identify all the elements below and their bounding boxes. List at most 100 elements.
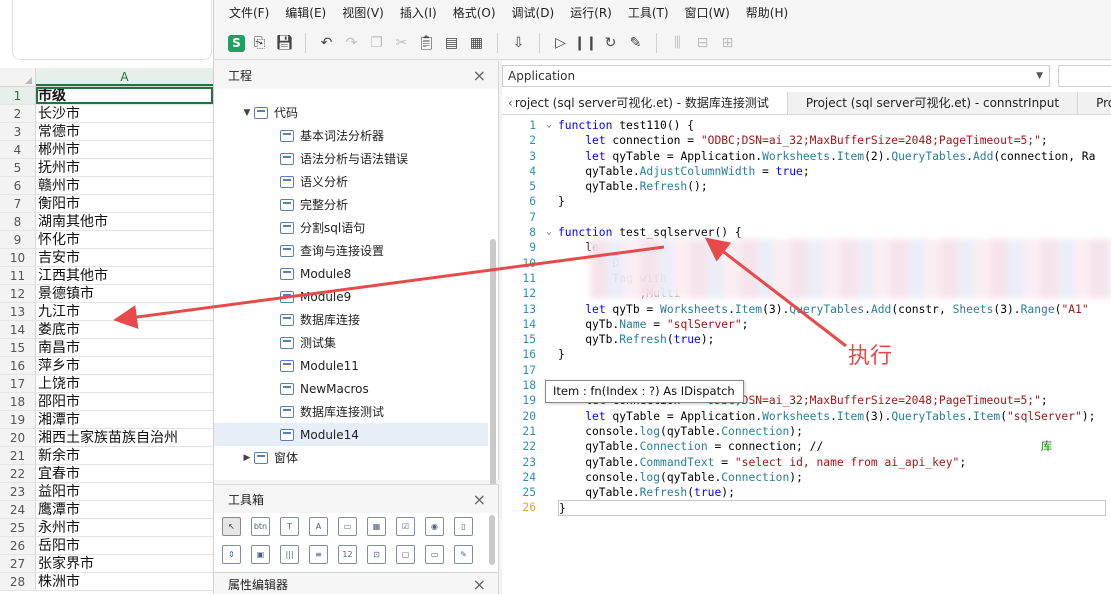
code-line[interactable]: 24 console.log(qyTable.Connection); [502, 470, 1111, 485]
row-number[interactable]: 27 [0, 555, 36, 572]
sheet-cell[interactable]: 怀化市 [36, 231, 213, 248]
cut-icon[interactable]: ✂ [391, 33, 412, 54]
sheet-cell[interactable]: 上饶市 [36, 375, 213, 392]
menu-item[interactable]: 调试(D) [504, 0, 563, 27]
sheet-cell[interactable]: 衡阳市 [36, 195, 213, 212]
code-line[interactable]: 23 qyTable.CommandText = "select id, nam… [502, 455, 1111, 470]
row-number[interactable]: 19 [0, 411, 36, 428]
row-number[interactable]: 7 [0, 195, 36, 212]
code-line[interactable]: 25 qyTable.Refresh(true); [502, 485, 1111, 500]
toolbox-pointer-icon[interactable]: ↖ [222, 517, 241, 536]
row-number[interactable]: 28 [0, 573, 36, 590]
tab-db-connection-test[interactable]: ‹ roject (sql server可视化.et) - 数据库连接测试 [502, 92, 788, 114]
row-number[interactable]: 6 [0, 177, 36, 194]
sheet-cell[interactable]: 江西其他市 [36, 267, 213, 284]
code-line[interactable]: 20 let qyTable = Application.Worksheets.… [502, 409, 1111, 424]
tree-item-module[interactable]: Module9 [214, 285, 488, 308]
tree-item-module[interactable]: 分割sql语句 [214, 216, 488, 239]
toolbox-label-icon[interactable]: ▢ [396, 545, 415, 564]
toolbox-num-icon[interactable]: 12 [338, 545, 357, 564]
insert-module-icon[interactable]: ▤ [441, 33, 462, 54]
sheet-cell[interactable]: 抚州市 [36, 159, 213, 176]
tree-item-module[interactable]: 测试集 [214, 331, 488, 354]
undo-icon[interactable]: ↶ [316, 33, 337, 54]
menu-item[interactable]: 插入(I) [392, 0, 445, 27]
row-number[interactable]: 16 [0, 357, 36, 374]
menu-item[interactable]: 运行(R) [562, 0, 620, 27]
procedure-selector[interactable] [1058, 65, 1111, 87]
app-logo-icon[interactable]: S [228, 34, 245, 52]
row-number[interactable]: 12 [0, 285, 36, 302]
row-number[interactable]: 9 [0, 231, 36, 248]
tree-item-module[interactable]: 完整分析 [214, 193, 488, 216]
tab-connstr-input[interactable]: Project (sql server可视化.et) - connstrInpu… [788, 92, 1079, 114]
row-number[interactable]: 18 [0, 393, 36, 410]
sheet-cell[interactable]: 湖南其他市 [36, 213, 213, 230]
close-icon[interactable]: × [473, 66, 486, 85]
code-line[interactable]: 21 console.log(qyTable.Connection); [502, 424, 1111, 439]
sheet-cell[interactable]: 常德市 [36, 123, 213, 140]
code-line[interactable]: 4 qyTable.AdjustColumnWidth = true; [502, 164, 1111, 179]
code-line[interactable]: 5 qyTable.Refresh(); [502, 179, 1111, 194]
chevron-down-icon[interactable]: ▼ [240, 108, 254, 118]
menu-item[interactable]: 工具(T) [620, 0, 677, 27]
toolbox-radio-icon[interactable]: ◉ [425, 517, 444, 536]
distribute-icon[interactable]: ⊞ [717, 33, 738, 54]
sheet-cell[interactable]: 九江市 [36, 303, 213, 320]
row-number[interactable]: 22 [0, 465, 36, 482]
sheet-cell[interactable]: 赣州市 [36, 177, 213, 194]
code-line[interactable]: 26} [502, 500, 1111, 516]
sheet-cell[interactable]: 南昌市 [36, 339, 213, 356]
code-line[interactable]: 17 [502, 363, 1111, 378]
run-icon[interactable]: ▷ [550, 33, 571, 54]
row-number[interactable]: 2 [0, 105, 36, 122]
tree-item-module[interactable]: 数据库连接 [214, 308, 488, 331]
fold-chevron-icon[interactable]: ⌄ [540, 225, 558, 240]
menu-item[interactable]: 视图(V) [334, 0, 392, 27]
tree-item-module[interactable]: Module11 [214, 354, 488, 377]
tree-item-module[interactable]: 语法分析与语法错误 [214, 147, 488, 170]
copy-icon[interactable]: ❐ [366, 33, 387, 54]
sheet-cell[interactable]: 娄底市 [36, 321, 213, 338]
object-selector[interactable]: Application ▼ [502, 65, 1050, 87]
code-line[interactable]: 2 let connection = "ODBC;DSN=ai_32;MaxBu… [502, 133, 1111, 148]
row-number[interactable]: 26 [0, 537, 36, 554]
toolbox-scrollbar[interactable] [489, 515, 495, 565]
column-header-a[interactable]: A [36, 68, 213, 86]
toolbox-list2-icon[interactable]: ≡ [309, 545, 328, 564]
sheet-cell[interactable]: 岳阳市 [36, 537, 213, 554]
save-icon[interactable]: 💾︎ [274, 33, 295, 54]
row-number[interactable]: 14 [0, 321, 36, 338]
sheet-cell[interactable]: 株洲市 [36, 573, 213, 590]
sheet-cell[interactable]: 益阳市 [36, 483, 213, 500]
sheet-cell[interactable]: 市级 [36, 87, 213, 104]
row-number[interactable]: 1 [0, 87, 36, 104]
toolbox-txt-icon[interactable]: ⊡ [367, 545, 386, 564]
toolbox-T-icon[interactable]: T [280, 517, 299, 536]
chevron-down-icon[interactable]: ▼ [1036, 66, 1043, 86]
sheet-cell[interactable]: 宜春市 [36, 465, 213, 482]
code-line[interactable]: 16} [502, 347, 1111, 362]
tree-item-module[interactable]: NewMacros [214, 377, 488, 400]
align-icon[interactable]: ⫼ [667, 33, 688, 54]
chevron-left-icon[interactable]: ‹ [508, 96, 513, 110]
toolbox-spin-icon[interactable]: ⇕ [222, 545, 241, 564]
close-icon[interactable]: × [473, 490, 486, 509]
pause-icon[interactable]: ❙❙ [574, 33, 597, 54]
sheet-cell[interactable]: 长沙市 [36, 105, 213, 122]
sheet-cell[interactable]: 永州市 [36, 519, 213, 536]
sheet-cell[interactable]: 鹰潭市 [36, 501, 213, 518]
toolbox-check-icon[interactable]: ☑ [396, 517, 415, 536]
row-number[interactable]: 17 [0, 375, 36, 392]
toolbox-edit-icon[interactable]: ✎ [454, 545, 473, 564]
code-line[interactable]: 15 qyTb.Refresh(true); [502, 332, 1111, 347]
export-icon[interactable]: ▦ [466, 33, 487, 54]
menu-item[interactable]: 格式(O) [445, 0, 504, 27]
tab-more[interactable]: Pro [1078, 92, 1111, 114]
redo-icon[interactable]: ↷ [341, 33, 362, 54]
tree-node-forms[interactable]: ▶ 窗体 [214, 446, 488, 469]
reset-icon[interactable]: ↻ [600, 33, 621, 54]
row-number[interactable]: 15 [0, 339, 36, 356]
row-number[interactable]: 5 [0, 159, 36, 176]
sheet-cell[interactable]: 新余市 [36, 447, 213, 464]
